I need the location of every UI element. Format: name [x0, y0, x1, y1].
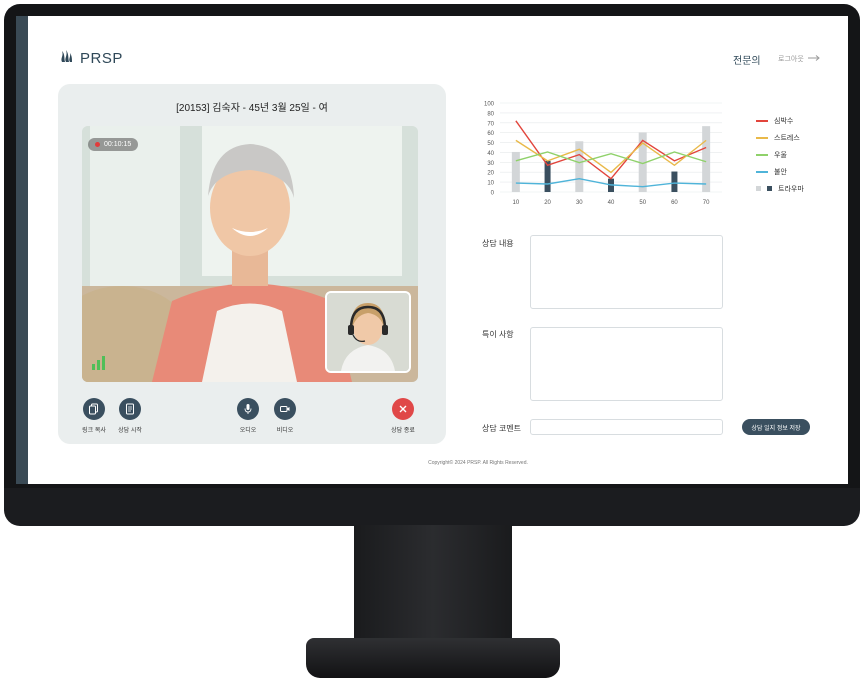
legend-label: 불안 [774, 168, 787, 176]
chart-x-tick: 10 [513, 200, 520, 206]
start-consult-button[interactable]: 상담 시작 [110, 398, 150, 434]
legend-item: 스트레스 [756, 129, 804, 146]
special-label: 특이 사항 [482, 330, 514, 339]
special-textarea[interactable] [530, 327, 723, 401]
legend-item: 우울 [756, 146, 804, 163]
camera-icon [274, 398, 296, 420]
chart-y-tick: 0 [491, 191, 495, 197]
logout-label: 로그아웃 [778, 56, 804, 63]
logout-link[interactable]: 로그아웃 [778, 54, 820, 64]
chart-y-tick: 20 [487, 171, 494, 177]
legend-swatch [756, 170, 768, 173]
chart-y-tick: 10 [487, 181, 494, 187]
video-label: 비디오 [276, 428, 294, 434]
chart-y-tick: 60 [487, 131, 494, 137]
content-label: 상담 내용 [482, 239, 514, 248]
legend-item: 불안 [756, 163, 804, 180]
footer-copyright: Copyright© 2024 PRSP. All Rights Reserve… [428, 460, 528, 466]
patient-title: [20153] 김숙자 - 45년 3월 25일 - 여 [176, 103, 328, 114]
legend-label: 스트레스 [774, 134, 800, 142]
audio-label: 오디오 [239, 428, 257, 434]
legend-item: 심박수 [756, 112, 804, 129]
chart-y-tick: 80 [487, 111, 494, 117]
timer-value: 00:10:15 [104, 141, 132, 148]
chart-background-bar [511, 151, 520, 192]
end-consult-label: 상담 종료 [391, 428, 415, 434]
copy-link-button[interactable]: 링크 복사 [74, 398, 114, 434]
chart-y-tick: 30 [487, 161, 494, 167]
monitor-chin [4, 488, 860, 526]
legend-item: 트라우마 [756, 180, 804, 197]
chart-series-line [515, 120, 707, 180]
brand-logo[interactable]: PRSP [58, 48, 123, 69]
chart-legend: 심박수스트레스우울불안트라우마 [756, 112, 804, 197]
chart-y-tick: 70 [487, 121, 494, 127]
chart-x-tick: 50 [639, 200, 646, 206]
comment-input[interactable] [530, 419, 723, 435]
copy-link-label: 링크 복사 [82, 428, 106, 434]
end-consult-button[interactable]: 상담 종료 [383, 398, 423, 434]
close-icon [392, 398, 414, 420]
recording-timer: 00:10:15 [88, 138, 139, 151]
legend-swatch [756, 136, 768, 139]
chart-x-tick: 20 [544, 200, 551, 206]
save-journal-button[interactable]: 상담 일지 정보 저장 [742, 419, 810, 435]
chart-series-line [515, 139, 707, 174]
chart-y-tick: 100 [484, 102, 495, 108]
video-button[interactable]: 비디오 [265, 398, 305, 434]
health-metrics-chart: 0 10 20 30 40 50 60 70 80 100 10 20 30 40 50 60 70 [484, 102, 722, 206]
chart-y-tick: 50 [487, 141, 494, 147]
monitor-stand-neck [354, 525, 512, 645]
legend-label: 심박수 [774, 117, 794, 125]
legend-swatch [756, 153, 768, 156]
doctor-video-image [327, 293, 409, 371]
chart-x-tick: 70 [703, 200, 710, 206]
legend-label: 우울 [774, 151, 787, 159]
flame-icon [58, 48, 74, 69]
chart-y-tick: 40 [487, 151, 494, 157]
comment-label: 상담 코멘트 [482, 424, 522, 433]
chart-x-tick: 30 [576, 200, 583, 206]
microphone-icon [237, 398, 259, 420]
content-textarea[interactable] [530, 235, 723, 309]
audio-button[interactable]: 오디오 [228, 398, 268, 434]
start-consult-label: 상담 시작 [118, 428, 142, 434]
chart-bar [671, 171, 678, 192]
legend-label: 트라우마 [778, 185, 804, 193]
chart-x-tick: 40 [608, 200, 615, 206]
legend-swatch [756, 119, 768, 122]
chart-x-tick: 60 [671, 200, 678, 206]
document-icon [119, 398, 141, 420]
doctor-video-pip[interactable] [325, 291, 411, 373]
legend-swatch [756, 186, 761, 191]
screen-edge [16, 16, 28, 484]
chart-background-bar [702, 126, 711, 192]
copy-icon [83, 398, 105, 420]
monitor-stand-base [306, 638, 560, 678]
record-dot-icon [95, 142, 100, 147]
legend-swatch [767, 186, 772, 191]
brand-name: PRSP [80, 50, 123, 67]
logout-arrow-icon [807, 55, 820, 63]
expert-link[interactable]: 전문의 [733, 52, 761, 67]
